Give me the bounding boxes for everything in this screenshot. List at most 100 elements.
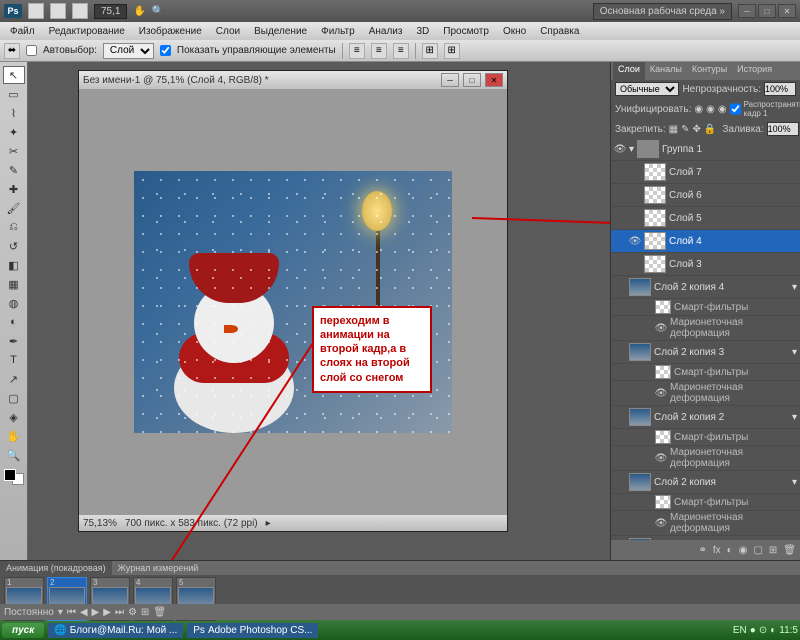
unify-icon[interactable]: ◉: [694, 104, 703, 115]
document-titlebar[interactable]: Без имени-1 @ 75,1% (Слой 4, RGB/8) * ─ …: [79, 71, 507, 89]
effect-row[interactable]: 👁Марионеточная деформация: [611, 381, 800, 406]
close-icon[interactable]: ✕: [778, 4, 796, 18]
zoom-field[interactable]: 75,1: [94, 4, 127, 19]
visibility-icon[interactable]: 👁: [614, 143, 626, 155]
lasso-tool[interactable]: ⌇: [3, 104, 25, 122]
brush-tool[interactable]: 🖌: [3, 199, 25, 217]
tab-layers[interactable]: Слои: [613, 62, 645, 80]
lock-icon[interactable]: ✎: [681, 124, 689, 135]
lock-icon[interactable]: ✥: [693, 124, 701, 135]
first-frame-icon[interactable]: ⏮: [67, 607, 76, 618]
menu-layers[interactable]: Слои: [210, 24, 246, 39]
tab-animation[interactable]: Анимация (покадровая): [0, 561, 112, 575]
tab-paths[interactable]: Контуры: [687, 62, 732, 80]
bridge-icon[interactable]: Br: [28, 3, 44, 19]
visibility-icon[interactable]: [629, 166, 641, 178]
mask-icon[interactable]: ◐: [727, 545, 733, 556]
3d-tool[interactable]: ◈: [3, 408, 25, 426]
menu-help[interactable]: Справка: [534, 24, 585, 39]
visibility-icon[interactable]: 👁: [629, 235, 641, 247]
fx-icon[interactable]: fx: [713, 545, 721, 556]
distribute-icon[interactable]: ⊞: [422, 43, 438, 59]
menu-select[interactable]: Выделение: [248, 24, 313, 39]
menu-edit[interactable]: Редактирование: [43, 24, 131, 39]
fill-input[interactable]: [767, 122, 799, 136]
unify-icon[interactable]: ◉: [718, 104, 727, 115]
menu-analysis[interactable]: Анализ: [363, 24, 409, 39]
visibility-icon[interactable]: [629, 258, 641, 270]
shape-tool[interactable]: ▢: [3, 389, 25, 407]
move-tool[interactable]: ↖: [3, 66, 25, 84]
tween-icon[interactable]: ⚙: [128, 607, 137, 618]
autoselect-target[interactable]: Слой: [103, 43, 154, 59]
doc-minimize-icon[interactable]: ─: [441, 73, 459, 87]
tray-icon[interactable]: ⊙: [759, 625, 767, 636]
unify-icon[interactable]: ◉: [706, 104, 715, 115]
eyedropper-tool[interactable]: ✎: [3, 161, 25, 179]
color-swatch[interactable]: [4, 469, 24, 485]
align-icon[interactable]: ≡: [371, 43, 387, 59]
play-icon[interactable]: ▶: [92, 607, 100, 618]
tray-icon[interactable]: ●: [750, 625, 756, 636]
doc-maximize-icon[interactable]: □: [463, 73, 481, 87]
stamp-tool[interactable]: ⎌: [3, 218, 25, 236]
last-frame-icon[interactable]: ⏭: [115, 607, 124, 618]
heal-tool[interactable]: ✚: [3, 180, 25, 198]
minimize-icon[interactable]: ─: [738, 4, 756, 18]
dodge-tool[interactable]: ◐: [3, 313, 25, 331]
layer-row[interactable]: Слой 2 копия▾: [611, 471, 800, 494]
path-tool[interactable]: ↗: [3, 370, 25, 388]
tab-channels[interactable]: Каналы: [645, 62, 687, 80]
menu-view[interactable]: Просмотр: [437, 24, 495, 39]
hand-tool[interactable]: ✋: [3, 427, 25, 445]
workspace-switcher[interactable]: Основная рабочая среда »: [593, 3, 732, 20]
visibility-icon[interactable]: [614, 281, 626, 293]
task-item[interactable]: 🌐Блоги@Mail.Ru: Мой ...: [48, 623, 183, 638]
menu-window[interactable]: Окно: [497, 24, 532, 39]
visibility-icon[interactable]: [614, 476, 626, 488]
menu-image[interactable]: Изображение: [133, 24, 208, 39]
propagate-checkbox[interactable]: [730, 102, 741, 116]
next-frame-icon[interactable]: ▶: [103, 607, 111, 618]
blend-mode-select[interactable]: Обычные: [615, 82, 679, 96]
loop-select[interactable]: Постоянно: [4, 607, 54, 618]
tab-measurement[interactable]: Журнал измерений: [112, 561, 205, 575]
new-layer-icon[interactable]: ⊞: [769, 545, 777, 556]
align-icon[interactable]: ≡: [349, 43, 365, 59]
layer-row[interactable]: Слой 3: [611, 253, 800, 276]
opacity-input[interactable]: [764, 82, 796, 96]
smart-filters-row[interactable]: Смарт-фильтры: [611, 364, 800, 381]
start-button[interactable]: пуск: [2, 623, 44, 638]
lock-icon[interactable]: 🔒: [704, 124, 716, 135]
align-icon[interactable]: ≡: [393, 43, 409, 59]
zoom-icon[interactable]: 🔍: [152, 6, 164, 17]
visibility-icon[interactable]: [614, 346, 626, 358]
folder-icon[interactable]: ▢: [753, 545, 762, 556]
smart-filters-row[interactable]: Смарт-фильтры: [611, 494, 800, 511]
effect-row[interactable]: 👁Марионеточная деформация: [611, 316, 800, 341]
gradient-tool[interactable]: ▦: [3, 275, 25, 293]
lang-indicator[interactable]: EN: [733, 625, 747, 636]
tab-history[interactable]: История: [732, 62, 777, 80]
type-tool[interactable]: T: [3, 351, 25, 369]
visibility-icon[interactable]: [629, 189, 641, 201]
layer-row[interactable]: Слой 5: [611, 207, 800, 230]
hand-icon[interactable]: ✋: [133, 6, 145, 17]
layer-row[interactable]: Слой 7: [611, 161, 800, 184]
layer-row[interactable]: Слой 2 копия 3▾: [611, 341, 800, 364]
view-icon[interactable]: ▦: [72, 3, 88, 19]
blur-tool[interactable]: ◍: [3, 294, 25, 312]
layer-group[interactable]: 👁▾Группа 1: [611, 138, 800, 161]
lock-icon[interactable]: ▦: [669, 124, 678, 135]
eraser-tool[interactable]: ◧: [3, 256, 25, 274]
wand-tool[interactable]: ✦: [3, 123, 25, 141]
clock[interactable]: 11:5: [779, 625, 798, 636]
visibility-icon[interactable]: [629, 212, 641, 224]
status-zoom[interactable]: 75,13%: [83, 518, 117, 529]
layer-row[interactable]: Слой 6: [611, 184, 800, 207]
layer-row[interactable]: Слой 2 копия 2▾: [611, 406, 800, 429]
history-brush-tool[interactable]: ↺: [3, 237, 25, 255]
maximize-icon[interactable]: □: [758, 4, 776, 18]
layer-row-selected[interactable]: 👁Слой 4: [611, 230, 800, 253]
tray-icon[interactable]: ◐: [770, 625, 776, 636]
